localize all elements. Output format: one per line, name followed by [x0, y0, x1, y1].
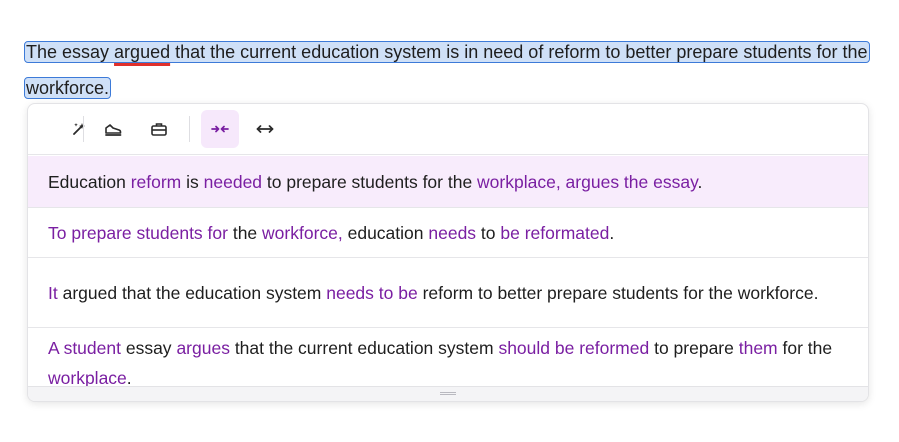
error-word[interactable]: argued: [114, 42, 170, 62]
unchanged-text: education: [342, 222, 429, 243]
suggestion-list: Education reform is needed to prepare st…: [28, 156, 868, 398]
unchanged-text: .: [609, 222, 615, 243]
unchanged-text: for the: [777, 337, 833, 358]
toolbar-divider: [189, 116, 190, 142]
expand-icon: [256, 125, 274, 133]
resize-handle[interactable]: [28, 386, 868, 401]
unchanged-text: .: [697, 171, 703, 192]
expand-button[interactable]: [246, 110, 284, 148]
suggestion-item[interactable]: To prepare students for the workforce, e…: [28, 208, 868, 258]
changed-text: reform: [130, 171, 182, 192]
changed-text: workplace: [48, 367, 127, 388]
unchanged-text: to prepare students for the: [262, 171, 478, 192]
unchanged-text: to: [476, 222, 501, 243]
formal-briefcase-icon: [151, 123, 167, 136]
suggestion-text: A student essay argues that the current …: [48, 333, 848, 393]
formal-tone-button[interactable]: [140, 110, 178, 148]
shorten-icon: [211, 125, 229, 133]
rewrite-suggestions-popup: Education reform is needed to prepare st…: [27, 103, 869, 402]
changed-text: A student: [48, 337, 121, 358]
document-paragraph[interactable]: The essay argued that the current educat…: [24, 34, 870, 106]
changed-text: workforce,: [262, 222, 343, 243]
unchanged-text: that the current education system: [229, 337, 499, 358]
magic-sparkle-icon: [73, 123, 85, 135]
changed-text: workplace, argues the essay: [477, 171, 698, 192]
changed-text: should be reformed: [498, 337, 650, 358]
suggestion-item[interactable]: It argued that the education system need…: [28, 258, 868, 328]
casual-shoe-icon: [105, 124, 122, 136]
changed-text: To prepare students for: [48, 222, 228, 243]
changed-text: It: [48, 282, 58, 303]
unchanged-text: reform to better prepare students for th…: [417, 282, 819, 303]
suggestion-text: Education reform is needed to prepare st…: [48, 167, 702, 197]
text-before-error: The essay: [26, 42, 115, 62]
casual-tone-button[interactable]: [94, 110, 132, 148]
unchanged-text: is: [181, 171, 204, 192]
unchanged-text: argued that the education system: [57, 282, 327, 303]
improve-button[interactable]: [60, 110, 98, 148]
rewrite-toolbar: [28, 104, 868, 155]
unchanged-text: to prepare: [649, 337, 739, 358]
suggestion-item[interactable]: Education reform is needed to prepare st…: [28, 156, 868, 208]
selected-text[interactable]: The essay argued that the current educat…: [24, 41, 870, 99]
unchanged-text: essay: [120, 337, 177, 358]
unchanged-text: Education: [48, 171, 131, 192]
changed-text: be reformated: [500, 222, 610, 243]
suggestion-text: It argued that the education system need…: [48, 278, 818, 308]
grip-lines-icon: [440, 392, 456, 395]
toolbar-divider: [83, 116, 84, 142]
changed-text: needs to be: [326, 282, 418, 303]
changed-text: needs: [428, 222, 477, 243]
suggestion-text: To prepare students for the workforce, e…: [48, 218, 614, 248]
unchanged-text: .: [126, 367, 132, 388]
shorten-button[interactable]: [201, 110, 239, 148]
unchanged-text: the: [227, 222, 263, 243]
changed-text: needed: [203, 171, 263, 192]
changed-text: argues: [176, 337, 230, 358]
changed-text: them: [738, 337, 778, 358]
